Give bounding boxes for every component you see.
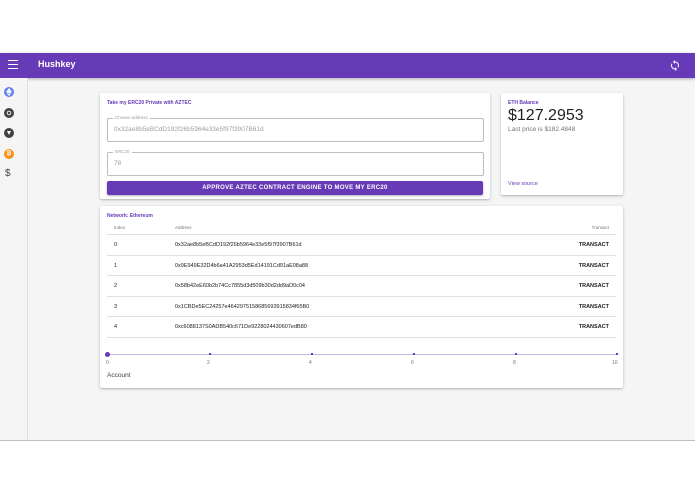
slider-track[interactable] — [107, 353, 618, 355]
view-source-link[interactable]: View source — [508, 181, 538, 187]
accounts-card: Network: Ethereum Index Address Transact… — [100, 206, 623, 388]
transact-button[interactable]: TRANSACT — [579, 242, 609, 248]
column-header-index: Index — [114, 225, 126, 230]
row-index: 4 — [114, 324, 118, 330]
table-row: 0 0x32ae8b5eBCdD192f26b5964e33e5f97f3907… — [107, 234, 616, 255]
eth-balance-title: ETH Balance — [508, 100, 539, 106]
eth-balance-card: ETH Balance $127.2953 Last price is $182… — [501, 93, 623, 195]
dollar-icon[interactable]: $ — [5, 168, 11, 179]
refresh-icon[interactable] — [669, 59, 681, 71]
row-address: 0xc6088137S0ADB540c671De9228024430607edB… — [175, 324, 307, 330]
column-header-transact: Transact — [591, 225, 609, 230]
row-index: 1 — [114, 262, 118, 269]
private-card-title: Take my ERC20 Private with AZTEC — [107, 100, 192, 106]
approve-aztec-button[interactable]: APPROVE AZTEC CONTRACT ENGINE TO MOVE MY… — [107, 181, 483, 195]
table-row: 2 0x58b42eE60b2b74Cc7855d3d509b30d2dd9aD… — [107, 275, 616, 296]
slider-thumb[interactable] — [104, 351, 110, 357]
account-slider[interactable]: 0 2 4 6 8 10 — [104, 351, 618, 382]
slider-tick-label: 10 — [612, 360, 618, 366]
transact-button[interactable]: TRANSACT — [579, 304, 609, 310]
chosen-address-label: Chosen address — [113, 115, 150, 120]
private-erc20-card: Take my ERC20 Private with AZTEC Chosen … — [100, 93, 490, 199]
row-index: 0 — [114, 242, 118, 248]
slider-tick-label: 4 — [309, 360, 312, 366]
app-title: Hushkey — [38, 59, 76, 69]
dark-coin-icon-2[interactable] — [4, 128, 14, 138]
transact-button[interactable]: TRANSACT — [579, 263, 609, 269]
erc20-amount-input[interactable] — [114, 160, 474, 167]
row-index: 2 — [114, 283, 118, 289]
chosen-address-input[interactable] — [114, 126, 474, 133]
slider-tick-label: 8 — [513, 360, 516, 366]
slider-tick — [616, 353, 618, 355]
erc20-amount-label: ERC20 — [113, 149, 132, 154]
row-address: 0x9E949E32D4b6a41A2953d5Ed14191Cd91aE08a… — [175, 262, 309, 269]
side-drawer: ₿ $ — [0, 78, 28, 440]
table-row: 3 0x1CBDe5EC24257e4642975158685693915834… — [107, 295, 616, 317]
transact-button[interactable]: TRANSACT — [579, 324, 609, 330]
row-address: 0x58b42eE60b2b74Cc7855d3d509b30d2dd9aD0c… — [175, 283, 305, 289]
column-header-address: Address — [175, 225, 192, 230]
slider-label: Account — [107, 372, 131, 379]
slider-tick — [209, 353, 211, 355]
bitcoin-coin-icon[interactable]: ₿ — [4, 149, 14, 159]
row-index: 3 — [114, 303, 118, 310]
slider-tick-label: 6 — [411, 360, 414, 366]
transact-button[interactable]: TRANSACT — [579, 283, 609, 289]
eth-coin-icon[interactable] — [4, 87, 14, 97]
erc20-amount-field[interactable]: ERC20 — [107, 149, 484, 176]
slider-tick-label: 0 — [106, 360, 109, 366]
menu-icon[interactable] — [8, 60, 18, 70]
row-address: 0x32ae8b5eBCdD192f26b5964e33e5f97f3907B6… — [175, 242, 302, 248]
slider-tick — [413, 353, 415, 355]
eth-balance-amount: $127.2953 — [508, 107, 584, 124]
row-address: 0x1CBDe5EC24257e4642975158685693915834f6… — [175, 303, 310, 310]
chosen-address-field[interactable]: Chosen address — [107, 115, 484, 142]
table-row: 1 0x9E949E32D4b6a41A2953d5Ed14191Cd91aE0… — [107, 254, 616, 276]
app-shell: Hushkey ₿ $ Take my ERC20 Private with A… — [0, 53, 695, 441]
slider-tick — [515, 353, 517, 355]
app-bar: Hushkey — [0, 53, 695, 78]
slider-tick-label: 2 — [207, 360, 210, 366]
network-title: Network: Ethereum — [107, 213, 153, 219]
slider-tick — [311, 353, 313, 355]
table-row: 4 0xc6088137S0ADB540c671De9228024430607e… — [107, 316, 616, 338]
last-price-text: Last price is $182.4848 — [508, 126, 576, 133]
dark-coin-icon[interactable] — [4, 108, 14, 118]
